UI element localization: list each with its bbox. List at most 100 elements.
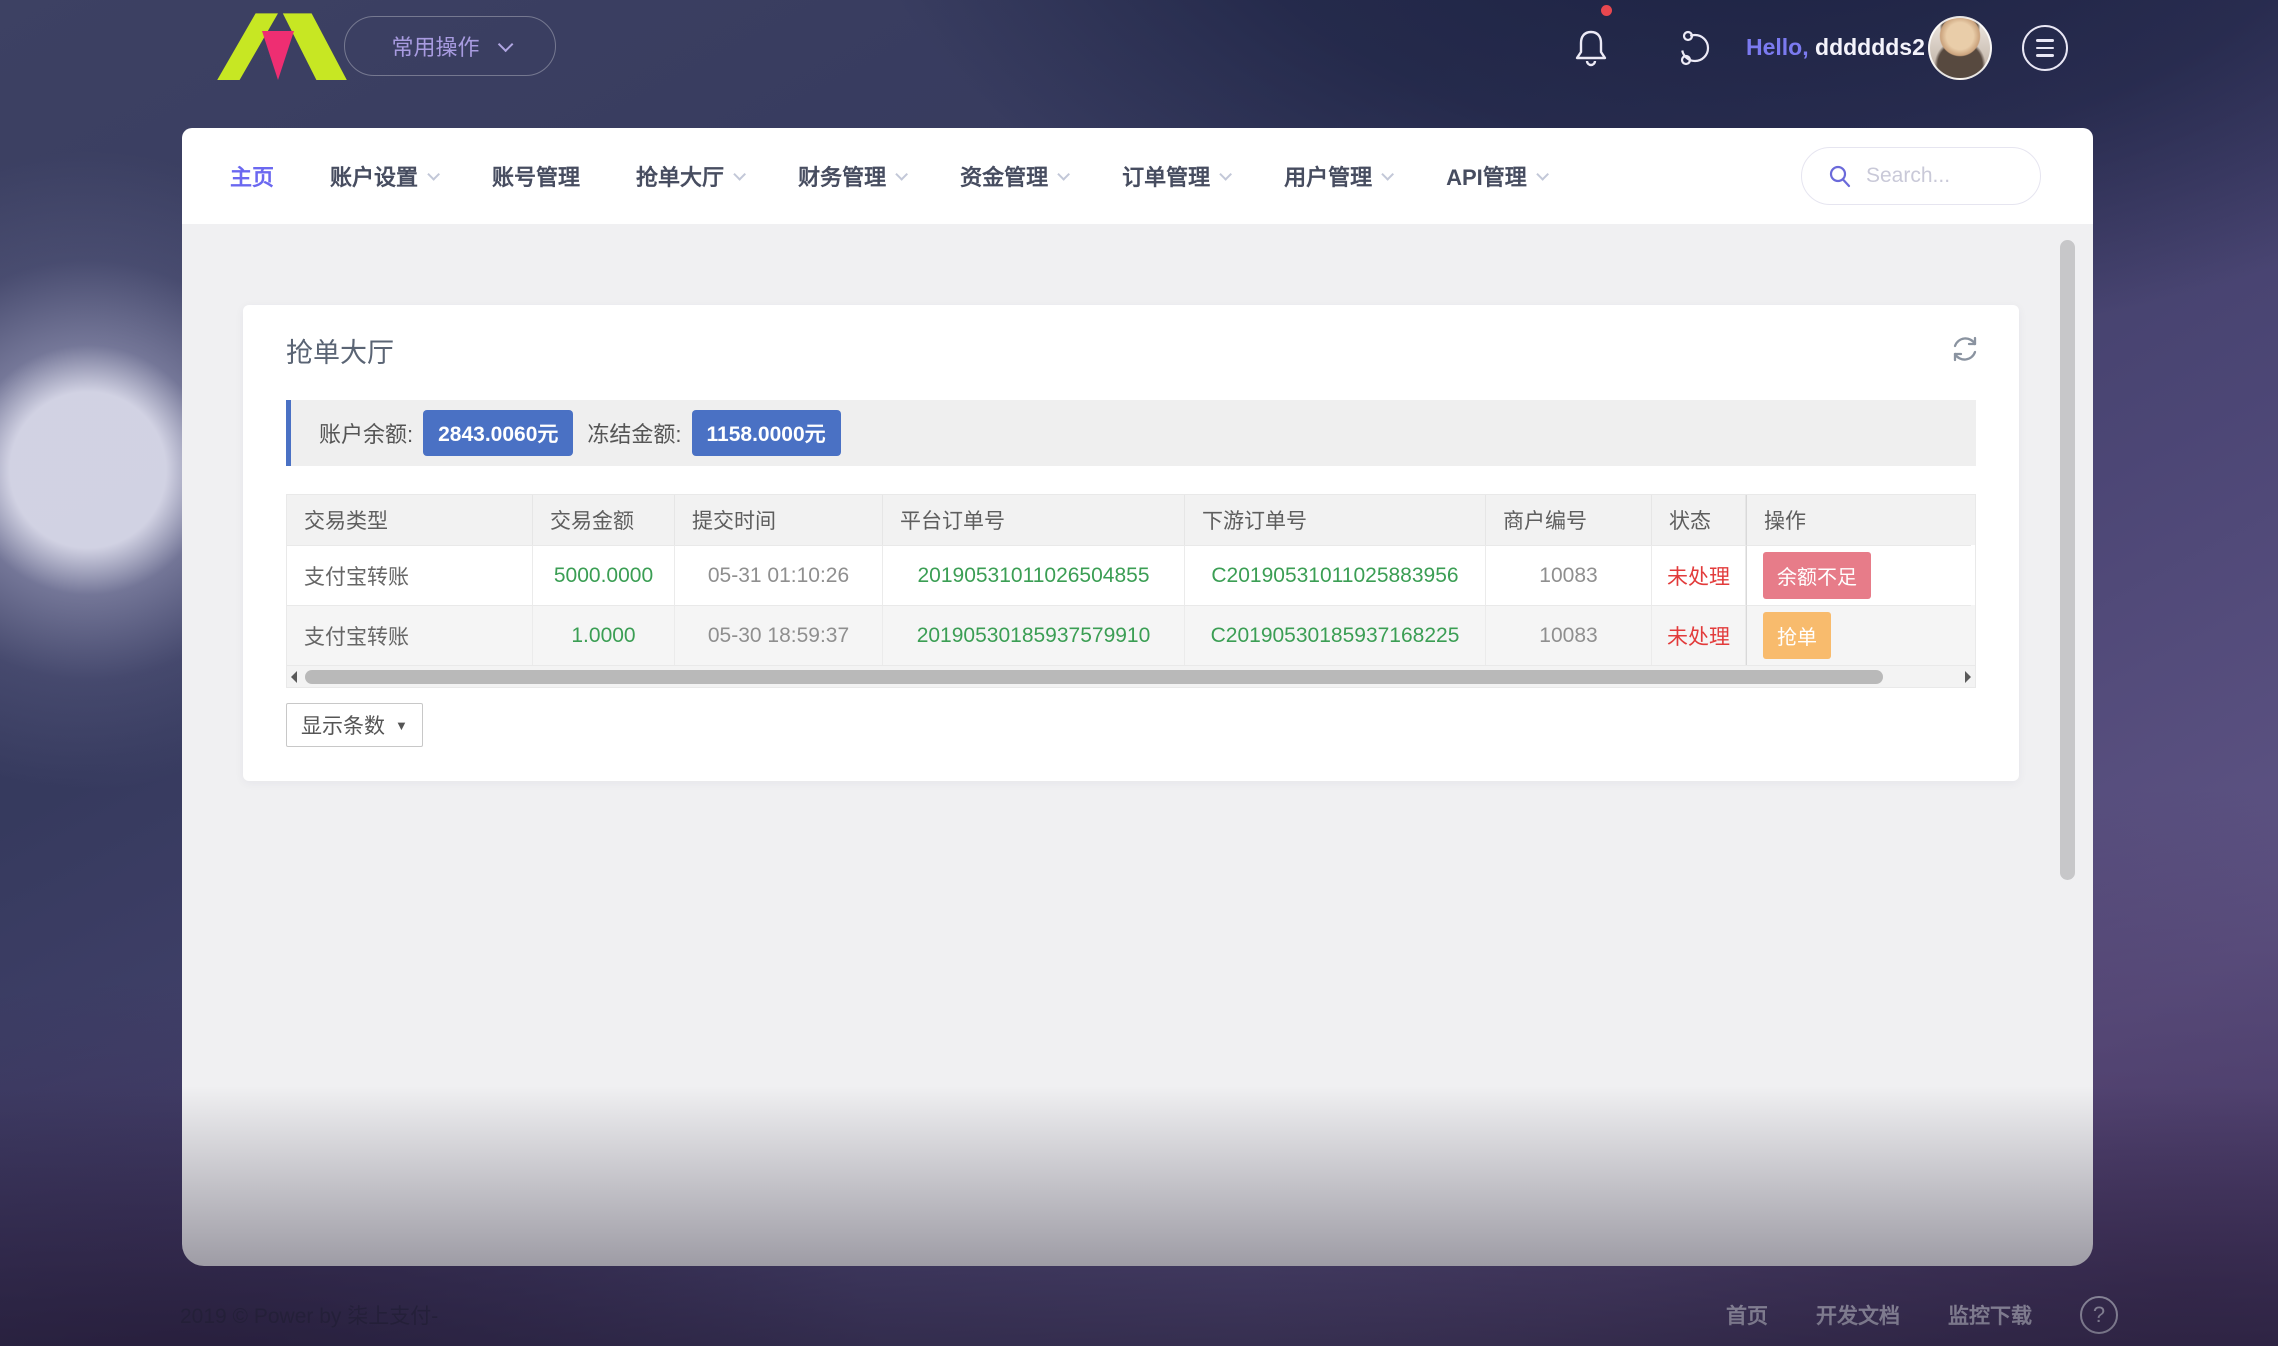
chevron-down-icon — [1057, 168, 1070, 181]
refresh-icon — [1949, 333, 1981, 365]
chevron-down-icon — [895, 168, 908, 181]
chevron-down-icon — [427, 168, 440, 181]
cell-action: 余额不足 — [1746, 545, 1971, 605]
nav-label: 主页 — [230, 160, 274, 192]
nav-item-account-management[interactable]: 账号管理 — [492, 160, 580, 192]
nav-label: 订单管理 — [1122, 160, 1210, 192]
nav-item-funds[interactable]: 资金管理 — [960, 160, 1066, 192]
table-row: 支付宝转账 5000.0000 05-31 01:10:26 201905310… — [287, 545, 1975, 605]
footer-links: 首页 开发文档 监控下载 ? — [1726, 1296, 2118, 1334]
chevron-down-icon — [1219, 168, 1232, 181]
nav-label: 资金管理 — [960, 160, 1048, 192]
quick-actions-label: 常用操作 — [391, 30, 479, 62]
footer-link-dev-docs[interactable]: 开发文档 — [1816, 1300, 1900, 1330]
menu-line — [2036, 47, 2054, 50]
balance-strip: 账户余额: 2843.0060元 冻结金额: 1158.0000元 — [286, 400, 1976, 466]
menu-button[interactable] — [2022, 25, 2068, 71]
vertical-scrollbar[interactable] — [2060, 240, 2075, 880]
page-title: 抢单大厅 — [286, 331, 394, 370]
cell-merchant: 10083 — [1486, 545, 1652, 605]
col-header-downstream-order: 下游订单号 — [1185, 495, 1486, 545]
brand-logo[interactable] — [198, 12, 358, 80]
cell-platform-order: 20190530185937579910 — [883, 605, 1185, 665]
footer-copyright: 2019 © Power by 柒上支付- — [180, 1300, 438, 1330]
cell-time: 05-30 18:59:37 — [675, 605, 883, 665]
chevron-down-icon — [733, 168, 746, 181]
notifications-bell-button[interactable] — [1572, 28, 1610, 68]
frozen-amount-label: 冻结金额: — [587, 417, 681, 449]
col-header-platform-order: 平台订单号 — [883, 495, 1185, 545]
quick-actions-dropdown[interactable]: 常用操作 — [344, 16, 556, 76]
col-header-amount: 交易金额 — [533, 495, 675, 545]
nav-label: 账号管理 — [492, 160, 580, 192]
cell-downstream-order: C20190531011025883956 — [1185, 545, 1486, 605]
table-header-row: 交易类型 交易金额 提交时间 平台订单号 下游订单号 商户编号 状态 操作 — [287, 495, 1975, 545]
nav-item-orders[interactable]: 订单管理 — [1122, 160, 1228, 192]
greeting-prefix: Hello, — [1746, 34, 1809, 60]
main-navbar: 主页 账户设置 账号管理 抢单大厅 财务管理 资金管理 订单管理 用户管理 — [182, 128, 2093, 224]
footer-link-monitor-download[interactable]: 监控下载 — [1948, 1300, 2032, 1330]
col-header-action: 操作 — [1746, 495, 1971, 545]
nav-item-users[interactable]: 用户管理 — [1284, 160, 1390, 192]
col-header-time: 提交时间 — [675, 495, 883, 545]
scroll-left-arrow-icon[interactable] — [291, 671, 297, 683]
bell-icon — [1572, 28, 1610, 68]
page-size-select[interactable]: 显示条数 ▼ — [286, 703, 423, 747]
account-balance-label: 账户余额: — [319, 417, 413, 449]
cell-platform-order: 20190531011026504855 — [883, 545, 1185, 605]
account-balance-value: 2843.0060元 — [423, 410, 573, 456]
caret-down-icon: ▼ — [395, 718, 408, 733]
sync-nodes-button[interactable] — [1676, 29, 1714, 67]
footer-link-home[interactable]: 首页 — [1726, 1300, 1768, 1330]
notification-dot — [1601, 5, 1612, 16]
avatar[interactable] — [1928, 16, 1992, 80]
nav-label: 用户管理 — [1284, 160, 1372, 192]
username: dddddds2 — [1815, 34, 1925, 60]
user-greeting: Hello, dddddds2 — [1746, 34, 1925, 61]
cell-status: 未处理 — [1652, 605, 1746, 665]
chevron-down-icon — [1381, 168, 1394, 181]
menu-line — [2036, 54, 2054, 57]
cell-amount: 5000.0000 — [533, 545, 675, 605]
search-box — [1801, 147, 2041, 205]
col-header-merchant: 商户编号 — [1486, 495, 1652, 545]
nav-label: 账户设置 — [330, 160, 418, 192]
search-input[interactable] — [1866, 164, 2016, 188]
cell-downstream-order: C20190530185937168225 — [1185, 605, 1486, 665]
top-bar: 常用操作 Hello, dddddds2 — [0, 0, 2278, 96]
question-mark-icon: ? — [2093, 1302, 2105, 1328]
refresh-button[interactable] — [1949, 333, 1981, 365]
orders-table: 交易类型 交易金额 提交时间 平台订单号 下游订单号 商户编号 状态 操作 支付… — [286, 494, 1976, 688]
cell-action: 抢单 — [1746, 605, 1971, 665]
cell-amount: 1.0000 — [533, 605, 675, 665]
nav-item-account-settings[interactable]: 账户设置 — [330, 160, 436, 192]
nav-label: 财务管理 — [798, 160, 886, 192]
nav-item-finance[interactable]: 财务管理 — [798, 160, 904, 192]
nav-label: 抢单大厅 — [636, 160, 724, 192]
nav-item-home[interactable]: 主页 — [230, 160, 274, 192]
help-button[interactable]: ? — [2080, 1296, 2118, 1334]
page-size-label: 显示条数 — [301, 710, 385, 740]
cell-type: 支付宝转账 — [287, 545, 533, 605]
nav-item-order-grab-hall[interactable]: 抢单大厅 — [636, 160, 742, 192]
sync-nodes-icon — [1676, 29, 1714, 67]
insufficient-balance-button[interactable]: 余额不足 — [1763, 552, 1871, 599]
col-header-type: 交易类型 — [287, 495, 533, 545]
nav-label: API管理 — [1446, 160, 1527, 192]
table-row: 支付宝转账 1.0000 05-30 18:59:37 201905301859… — [287, 605, 1975, 665]
order-grab-panel: 抢单大厅 账户余额: 2843.0060元 冻结金额: 1158.0000元 交… — [243, 305, 2019, 781]
frozen-amount-value: 1158.0000元 — [692, 410, 841, 456]
page: 常用操作 Hello, dddddds2 — [0, 0, 2278, 1346]
cell-type: 支付宝转账 — [287, 605, 533, 665]
nav-item-api[interactable]: API管理 — [1446, 160, 1545, 192]
chevron-down-icon — [497, 36, 513, 52]
chevron-down-icon — [1536, 168, 1549, 181]
horizontal-scrollbar[interactable] — [287, 665, 1975, 687]
cell-status: 未处理 — [1652, 545, 1746, 605]
grab-order-button[interactable]: 抢单 — [1763, 612, 1831, 659]
cell-time: 05-31 01:10:26 — [675, 545, 883, 605]
horizontal-scrollbar-thumb[interactable] — [305, 670, 1883, 684]
search-icon — [1828, 164, 1852, 188]
scroll-right-arrow-icon[interactable] — [1965, 671, 1971, 683]
cell-merchant: 10083 — [1486, 605, 1652, 665]
